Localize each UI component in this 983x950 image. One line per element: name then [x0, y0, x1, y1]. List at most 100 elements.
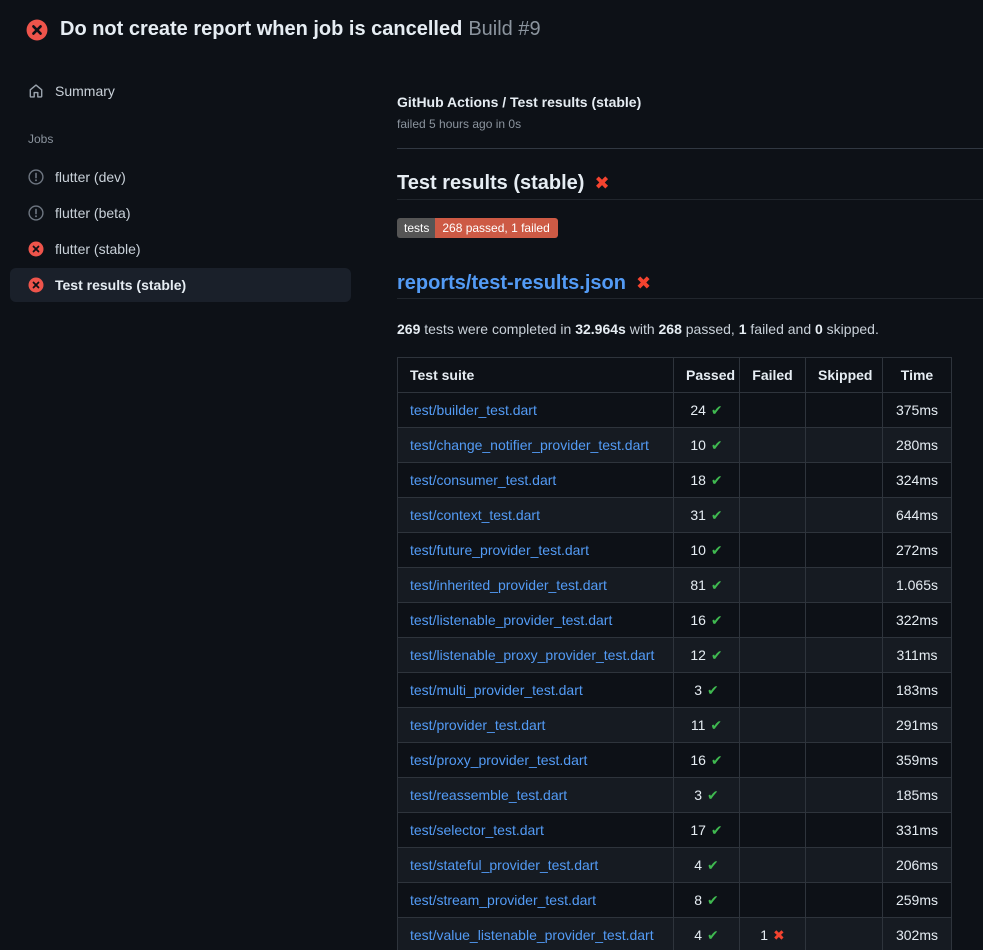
page-title: Do not create report when job is cancell…	[60, 18, 541, 41]
table-row: test/provider_test.dart11✔291ms	[398, 708, 952, 743]
table-row: test/stream_provider_test.dart8✔259ms	[398, 883, 952, 918]
suite-link[interactable]: test/provider_test.dart	[410, 717, 545, 733]
skipped-cell	[806, 463, 883, 498]
sidebar-job-item[interactable]: Test results (stable)	[10, 268, 351, 302]
check-icon: ✔	[707, 892, 719, 908]
check-icon: ✔	[711, 542, 723, 558]
table-row: test/context_test.dart31✔644ms	[398, 498, 952, 533]
failed-cell	[740, 638, 806, 673]
suite-link[interactable]: test/change_notifier_provider_test.dart	[410, 437, 649, 453]
jobs-section-label: Jobs	[28, 132, 381, 146]
column-header: Failed	[740, 358, 806, 393]
sidebar: Summary Jobs flutter (dev) flutter (beta…	[0, 56, 381, 302]
skipped-cell	[806, 918, 883, 950]
time-cell: 206ms	[883, 848, 952, 883]
passed-cell: 16✔	[674, 603, 740, 638]
summary-segment: skipped.	[823, 321, 879, 337]
suite-link[interactable]: test/stream_provider_test.dart	[410, 892, 596, 908]
suite-link[interactable]: test/inherited_provider_test.dart	[410, 577, 607, 593]
failed-cell	[740, 883, 806, 918]
time-cell: 291ms	[883, 708, 952, 743]
report-file-link[interactable]: reports/test-results.json	[397, 270, 626, 296]
skipped-cell	[806, 568, 883, 603]
suite-cell: test/context_test.dart	[398, 498, 674, 533]
suite-cell: test/listenable_provider_test.dart	[398, 603, 674, 638]
table-row: test/proxy_provider_test.dart 16✔ 359ms	[398, 743, 952, 778]
suite-link[interactable]: test/stateful_provider_test.dart	[410, 857, 598, 873]
sidebar-job-item[interactable]: flutter (stable)	[10, 232, 351, 266]
passed-cell: 17✔	[674, 813, 740, 848]
suite-cell: test/builder_test.dart	[398, 393, 674, 428]
suite-link[interactable]: test/context_test.dart	[410, 507, 540, 523]
page-header: Do not create report when job is cancell…	[0, 0, 983, 56]
passed-count: 24	[690, 402, 706, 418]
check-icon: ✔	[711, 472, 723, 488]
time-cell: 375ms	[883, 393, 952, 428]
run-status-text: failed 5 hours ago in 0s	[397, 116, 983, 132]
failed-x-icon: ✖	[636, 274, 651, 292]
passed-cell: 16✔	[674, 743, 740, 778]
passed-cell: 31✔	[674, 498, 740, 533]
job-label: flutter (stable)	[55, 241, 141, 257]
tests-badge: tests 268 passed, 1 failed	[397, 218, 558, 238]
suite-link[interactable]: test/selector_test.dart	[410, 822, 544, 838]
summary-segment: 32.964s	[575, 321, 626, 337]
suite-cell: test/listenable_proxy_provider_test.dart	[398, 638, 674, 673]
jobs-list: flutter (dev) flutter (beta) flutter (st…	[0, 160, 381, 302]
sidebar-job-item[interactable]: flutter (dev)	[10, 160, 351, 194]
suite-link[interactable]: test/multi_provider_test.dart	[410, 682, 583, 698]
suite-cell: test/multi_provider_test.dart	[398, 673, 674, 708]
suite-link[interactable]: test/listenable_proxy_provider_test.dart	[410, 647, 654, 663]
suite-cell: test/stream_provider_test.dart	[398, 883, 674, 918]
passed-cell: 3✔	[674, 778, 740, 813]
suite-cell: test/provider_test.dart	[398, 708, 674, 743]
sidebar-job-item[interactable]: flutter (beta)	[10, 196, 351, 230]
suite-link[interactable]: test/reassemble_test.dart	[410, 787, 567, 803]
test-summary-text: 269 tests were completed in 32.964s with…	[397, 319, 983, 339]
skipped-cell	[806, 533, 883, 568]
check-icon: ✔	[711, 822, 723, 838]
column-header: Skipped	[806, 358, 883, 393]
time-cell: 311ms	[883, 638, 952, 673]
skipped-cell	[806, 883, 883, 918]
skipped-cell	[806, 848, 883, 883]
passed-cell: 24✔	[674, 393, 740, 428]
time-cell: 272ms	[883, 533, 952, 568]
job-label: flutter (beta)	[55, 205, 130, 221]
skipped-cell	[806, 673, 883, 708]
badge-label: tests	[397, 218, 435, 238]
suite-link[interactable]: test/consumer_test.dart	[410, 472, 556, 488]
failed-count: 1	[760, 927, 768, 943]
sidebar-item-summary[interactable]: Summary	[10, 74, 351, 108]
table-row: test/change_notifier_provider_test.dart 1…	[398, 428, 952, 463]
table-row: test/listenable_proxy_provider_test.dart…	[398, 638, 952, 673]
suite-cell: test/consumer_test.dart	[398, 463, 674, 498]
passed-cell: 4✔	[674, 848, 740, 883]
build-number: Build #9	[468, 18, 540, 40]
suite-link[interactable]: test/future_provider_test.dart	[410, 542, 589, 558]
column-header: Time	[883, 358, 952, 393]
badge-value: 268 passed, 1 failed	[435, 218, 557, 238]
passed-cell: 81✔	[674, 568, 740, 603]
suite-link[interactable]: test/listenable_provider_test.dart	[410, 612, 612, 628]
suite-link[interactable]: test/builder_test.dart	[410, 402, 537, 418]
skipped-cell	[806, 428, 883, 463]
check-icon: ✔	[710, 717, 722, 733]
time-cell: 280ms	[883, 428, 952, 463]
suite-link[interactable]: test/proxy_provider_test.dart	[410, 752, 587, 768]
time-cell: 259ms	[883, 883, 952, 918]
time-cell: 359ms	[883, 743, 952, 778]
failed-cell	[740, 428, 806, 463]
failed-x-icon: ✖	[594, 174, 609, 192]
header-divider	[397, 148, 983, 149]
failed-cell: 1✖	[740, 918, 806, 950]
time-cell: 302ms	[883, 918, 952, 950]
suite-link[interactable]: test/value_listenable_provider_test.dart	[410, 927, 654, 943]
column-header: Passed	[674, 358, 740, 393]
summary-segment: 268	[659, 321, 682, 337]
alert-circle-icon	[28, 169, 44, 185]
job-label: Test results (stable)	[55, 277, 186, 293]
suite-cell: test/proxy_provider_test.dart	[398, 743, 674, 778]
passed-count: 18	[690, 472, 706, 488]
passed-count: 10	[690, 437, 706, 453]
